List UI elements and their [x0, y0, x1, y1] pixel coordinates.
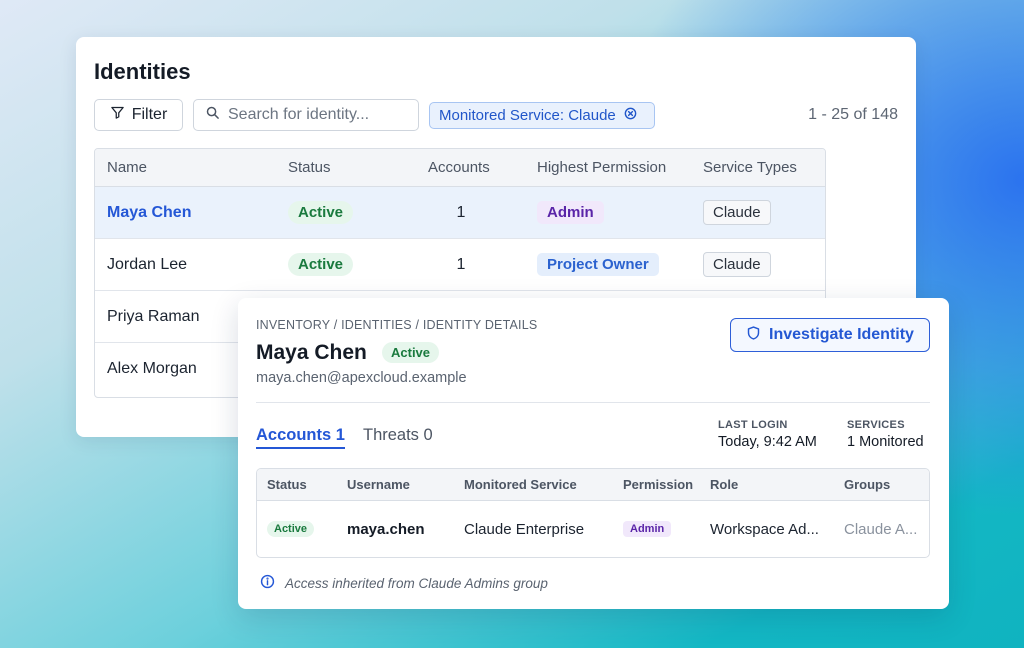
- service-type-badge: Claude: [703, 200, 771, 225]
- column-header[interactable]: Status: [267, 469, 307, 500]
- tab-accounts[interactable]: Accounts 1: [256, 426, 345, 449]
- identity-email: maya.chen@apexcloud.example: [256, 370, 467, 386]
- pagination-label: 1 - 25 of 148: [808, 106, 898, 123]
- accounts-count: 1: [456, 203, 466, 221]
- filter-icon: [110, 105, 125, 125]
- breadcrumb: INVENTORY / IDENTITIES / IDENTITY DETAIL…: [256, 318, 538, 332]
- column-header[interactable]: Name: [107, 149, 147, 186]
- column-header[interactable]: Status: [288, 149, 331, 186]
- permission-badge: Project Owner: [537, 253, 659, 276]
- account-service: Claude Enterprise: [464, 520, 585, 538]
- services-label: SERVICES: [847, 419, 905, 431]
- column-header[interactable]: Monitored Service: [464, 469, 577, 500]
- close-circle-icon[interactable]: [624, 107, 637, 124]
- filter-button[interactable]: Filter: [94, 99, 183, 131]
- services-summary: SERVICES 1 Monitored: [847, 419, 924, 450]
- column-header[interactable]: Highest Permission: [537, 149, 666, 186]
- investigate-label: Investigate Identity: [769, 326, 914, 343]
- divider: [256, 402, 930, 403]
- column-header[interactable]: Role: [710, 469, 738, 500]
- identity-name[interactable]: Alex Morgan: [107, 343, 197, 395]
- services-value: 1 Monitored: [847, 434, 924, 450]
- column-header[interactable]: Username: [347, 469, 410, 500]
- shield-icon: [746, 325, 761, 346]
- last-login-value: Today, 9:42 AM: [718, 434, 817, 450]
- status-badge: Active: [382, 342, 440, 363]
- last-login-label: LAST LOGIN: [718, 419, 788, 431]
- filter-label: Filter: [131, 106, 168, 123]
- status-badge: Active: [288, 253, 354, 276]
- account-role: Workspace Ad...: [710, 520, 819, 538]
- permission-badge: Admin: [623, 521, 672, 537]
- status-badge: Active: [288, 201, 354, 224]
- inheritance-note: Access inherited from Claude Admins grou…: [260, 574, 548, 592]
- note-text: Access inherited from Claude Admins grou…: [285, 575, 548, 591]
- identity-name[interactable]: Jordan Lee: [107, 239, 187, 290]
- table-row[interactable]: Active maya.chen Claude Enterprise Admin…: [257, 501, 929, 557]
- identity-title: Maya Chen: [256, 341, 367, 364]
- table-header: Name Status Accounts Highest Permission …: [95, 149, 825, 187]
- investigate-identity-button[interactable]: Investigate Identity: [730, 318, 930, 352]
- info-icon: [260, 574, 275, 592]
- accounts-count: 1: [456, 255, 466, 273]
- filter-chip-label: Monitored Service: Claude: [439, 107, 616, 124]
- search-icon: [205, 105, 220, 125]
- search-box: [193, 99, 419, 131]
- table-row[interactable]: Jordan Lee Active 1 Project Owner Claude: [95, 239, 825, 291]
- account-groups: Claude A...: [844, 520, 918, 538]
- accounts-table: Status Username Monitored Service Permis…: [256, 468, 930, 558]
- last-login: LAST LOGIN Today, 9:42 AM: [718, 419, 817, 450]
- identity-name[interactable]: Priya Raman: [107, 291, 199, 342]
- page-title: Identities: [94, 59, 191, 84]
- column-header[interactable]: Service Types: [703, 149, 797, 186]
- column-header[interactable]: Groups: [844, 469, 890, 500]
- account-username: maya.chen: [347, 520, 425, 538]
- table-header: Status Username Monitored Service Permis…: [257, 469, 929, 501]
- column-header[interactable]: Permission: [623, 469, 693, 500]
- status-badge: Active: [267, 521, 315, 537]
- tab-threats[interactable]: Threats 0: [363, 426, 433, 445]
- service-type-badge: Claude: [703, 252, 771, 277]
- permission-badge: Admin: [537, 201, 604, 224]
- search-input[interactable]: [228, 106, 413, 124]
- identity-details-panel: INVENTORY / IDENTITIES / IDENTITY DETAIL…: [238, 298, 949, 609]
- identity-name-link[interactable]: Maya Chen: [107, 204, 191, 222]
- table-row[interactable]: Maya Chen Active 1 Admin Claude: [95, 187, 825, 239]
- column-header[interactable]: Accounts: [428, 149, 490, 186]
- filter-chip[interactable]: Monitored Service: Claude: [429, 102, 655, 129]
- toolbar: Filter Monitored Service: Claude 1 - 25 …: [94, 99, 898, 131]
